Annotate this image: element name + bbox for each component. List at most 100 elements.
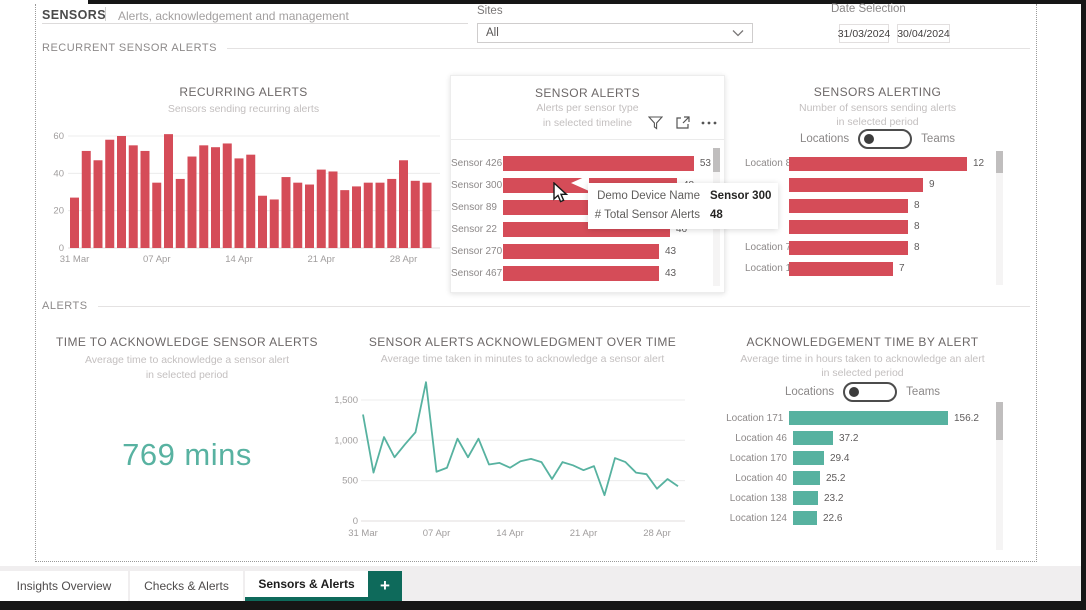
sites-dropdown[interactable]: All	[477, 23, 753, 43]
bar[interactable]	[152, 183, 161, 248]
toggle-knob	[849, 387, 859, 397]
bar[interactable]	[364, 183, 373, 248]
scrollbar-thumb[interactable]	[996, 402, 1003, 440]
chart-title: SENSOR ALERTS ACKNOWLEDGMENT OVER TIME	[335, 335, 710, 349]
bar[interactable]	[503, 266, 659, 281]
bar[interactable]	[793, 511, 817, 525]
bar-category-label: Location 124	[715, 513, 793, 524]
title-divider	[105, 7, 106, 21]
chart-subtitle-line1: Average time taken in minutes to acknowl…	[335, 353, 710, 365]
date-to-input[interactable]: 30/04/2024	[897, 24, 950, 43]
bar[interactable]	[176, 179, 185, 248]
bar-category-label: Sensor 89	[451, 202, 503, 213]
bar-value-label: 156.2	[948, 413, 979, 424]
svg-text:28 Apr: 28 Apr	[643, 528, 670, 539]
add-page-button[interactable]: +	[368, 571, 402, 601]
tab-checks-and-alerts[interactable]: Checks & Alerts	[130, 571, 243, 601]
bar[interactable]	[423, 183, 432, 248]
line-chart-svg: 05001,0001,50031 Mar07 Apr14 Apr21 Apr28…	[335, 375, 710, 550]
tab-sensors-and-alerts[interactable]: Sensors & Alerts	[245, 571, 368, 601]
bar[interactable]	[399, 160, 408, 248]
bar[interactable]	[305, 185, 314, 248]
tooltip-label: Demo Device Name	[592, 187, 700, 206]
date-from-input[interactable]: 31/03/2024	[839, 24, 889, 43]
filter-icon[interactable]	[646, 114, 664, 132]
bar[interactable]	[246, 155, 255, 248]
bar[interactable]	[789, 199, 908, 213]
tooltip-value: 48	[710, 206, 771, 225]
locations-teams-toggle[interactable]	[843, 382, 897, 402]
bar[interactable]	[789, 220, 908, 234]
scrollbar-thumb[interactable]	[713, 148, 720, 172]
mouse-cursor	[552, 182, 572, 204]
tab-insights-overview[interactable]: Insights Overview	[0, 571, 128, 601]
bar[interactable]	[329, 171, 338, 248]
svg-text:20: 20	[53, 206, 64, 217]
svg-text:14 Apr: 14 Apr	[496, 528, 523, 539]
bar[interactable]	[793, 451, 824, 465]
bar[interactable]	[789, 157, 967, 171]
bar-row: Location 13823.2	[715, 488, 979, 508]
bar[interactable]	[199, 145, 208, 248]
focus-mode-icon[interactable]	[673, 114, 691, 132]
bar[interactable]	[164, 134, 173, 248]
chart-subtitle: Sensors sending recurring alerts	[42, 103, 445, 115]
bar-value-label: 37.2	[833, 433, 858, 444]
bar[interactable]	[317, 170, 326, 248]
svg-text:0: 0	[353, 516, 358, 527]
line-series[interactable]	[363, 382, 678, 495]
bar-category-label: Location 88	[745, 158, 789, 169]
bar[interactable]	[270, 199, 279, 248]
bar[interactable]	[211, 147, 220, 248]
bar-row: 9	[745, 174, 995, 195]
bar[interactable]	[387, 179, 396, 248]
bar[interactable]	[376, 183, 385, 248]
bar[interactable]	[352, 186, 361, 248]
bar-category-label: Sensor 426	[451, 158, 503, 169]
bar[interactable]	[793, 491, 818, 505]
bar[interactable]	[258, 196, 267, 248]
page-tab-bar: Insights Overview Checks & Alerts Sensor…	[0, 566, 1081, 601]
bar[interactable]	[793, 471, 820, 485]
bar[interactable]	[94, 160, 103, 248]
more-options-icon[interactable]	[700, 114, 718, 132]
bar[interactable]	[411, 181, 420, 248]
svg-text:0: 0	[59, 243, 64, 254]
bar[interactable]	[789, 411, 948, 425]
bar[interactable]	[282, 177, 291, 248]
tooltip-value: Sensor 300	[710, 187, 771, 206]
bar[interactable]	[70, 198, 79, 248]
svg-text:14 Apr: 14 Apr	[225, 254, 252, 265]
bar[interactable]	[293, 183, 302, 248]
bar-category-label: Location 40	[715, 473, 793, 484]
bar[interactable]	[503, 156, 694, 171]
bar-value-label: 22.6	[817, 513, 842, 524]
bar[interactable]	[235, 158, 244, 248]
bar-value-label: 43	[659, 268, 676, 279]
bar[interactable]	[789, 241, 908, 255]
bar[interactable]	[141, 151, 150, 248]
bar[interactable]	[82, 151, 91, 248]
bar[interactable]	[223, 143, 232, 248]
chart-title: RECURRING ALERTS	[42, 85, 445, 99]
locations-teams-toggle[interactable]	[858, 129, 912, 149]
section-title: RECURRENT SENSOR ALERTS	[42, 42, 217, 54]
bar[interactable]	[188, 157, 197, 248]
bar-value-label: 43	[659, 246, 676, 257]
bar[interactable]	[793, 431, 833, 445]
svg-text:1,000: 1,000	[335, 435, 358, 446]
kpi-value: 769 mins	[42, 437, 332, 473]
bar[interactable]	[789, 178, 923, 192]
bar[interactable]	[503, 244, 659, 259]
card-divider	[451, 139, 724, 140]
scrollbar-thumb[interactable]	[996, 151, 1003, 173]
bar[interactable]	[340, 190, 349, 248]
bar-category-label: Sensor 270	[451, 246, 503, 257]
svg-text:500: 500	[342, 476, 358, 487]
bar[interactable]	[117, 136, 126, 248]
bar[interactable]	[789, 262, 893, 276]
bar[interactable]	[105, 140, 114, 248]
section-rule	[227, 48, 1030, 49]
recurring-alerts-card: RECURRING ALERTS Sensors sending recurri…	[42, 75, 445, 290]
bar[interactable]	[129, 145, 138, 248]
